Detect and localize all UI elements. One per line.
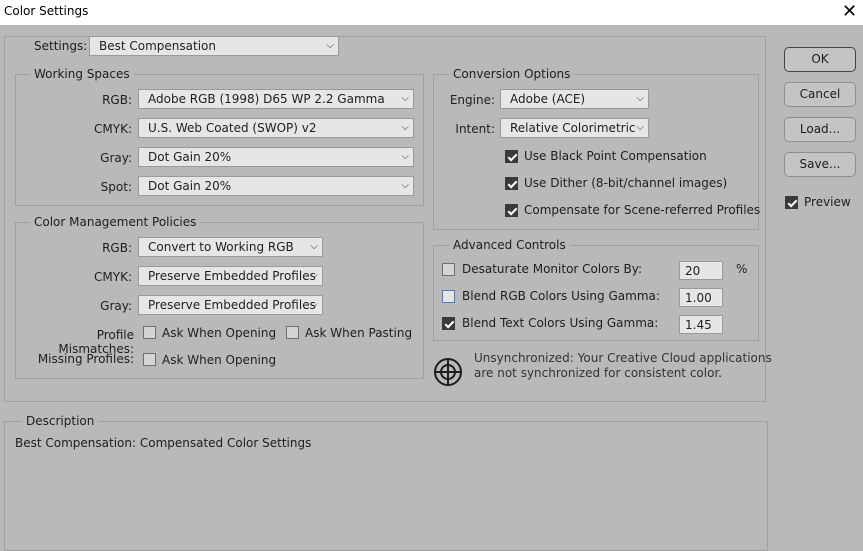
ws-rgb-label: RGB: [102,93,132,107]
ws-cmyk-dropdown[interactable]: U.S. Web Coated (SWOP) v2 ⌵ [138,118,414,138]
blend-rgb-checkbox[interactable] [442,290,455,303]
black-point-label: Use Black Point Compensation [524,149,707,163]
ask-when-pasting-checkbox[interactable] [286,326,299,339]
ws-cmyk-value: U.S. Web Coated (SWOP) v2 [148,121,317,135]
settings-value: Best Compensation [99,39,216,53]
policy-rgb-dropdown[interactable]: Convert to Working RGB ⌵ [138,237,323,257]
desaturate-input[interactable]: 20 [679,261,723,280]
desaturate-checkbox[interactable] [442,263,455,276]
ask-when-opening-label: Ask When Opening [162,326,277,340]
chevron-down-icon: ⌵ [401,93,409,104]
load-button[interactable]: Load... [784,117,856,142]
chevron-down-icon: ⌵ [310,270,318,281]
window-title: Color Settings [4,4,89,18]
color-sync-icon [434,358,462,386]
policy-gray-dropdown[interactable]: Preserve Embedded Profiles ⌵ [138,295,323,315]
dither-checkbox[interactable] [505,177,518,190]
desaturate-unit: % [736,262,748,276]
policy-rgb-label: RGB: [102,241,132,255]
description-title: Description [22,414,99,428]
engine-dropdown[interactable]: Adobe (ACE) ⌵ [500,89,649,109]
ws-cmyk-label: CMYK: [94,122,132,136]
ws-spot-dropdown[interactable]: Dot Gain 20% ⌵ [138,176,414,196]
engine-value: Adobe (ACE) [510,92,586,106]
chevron-down-icon: ⌵ [401,151,409,162]
ask-when-opening-checkbox[interactable] [143,326,156,339]
policy-gray-value: Preserve Embedded Profiles [148,298,316,312]
ask-when-pasting-label: Ask When Pasting [305,326,413,340]
desaturate-label: Desaturate Monitor Colors By: [462,262,643,276]
description-text: Best Compensation: Compensated Color Set… [15,436,312,450]
missing-ask-when-opening-label: Ask When Opening [162,353,277,367]
ok-button[interactable]: OK [784,47,856,72]
chevron-down-icon: ⌵ [326,40,334,51]
missing-profiles-label: Missing Profiles: [37,352,134,366]
settings-label: Settings: [30,39,92,53]
blend-text-checkbox[interactable] [442,317,455,330]
working-spaces-title: Working Spaces [30,67,134,81]
blend-rgb-input[interactable]: 1.00 [679,288,723,307]
ws-spot-label: Spot: [100,180,132,194]
policy-cmyk-label: CMYK: [94,270,132,284]
chevron-down-icon: ⌵ [310,241,318,252]
black-point-checkbox[interactable] [505,150,518,163]
chevron-down-icon: ⌵ [401,180,409,191]
title-bar [0,0,863,25]
cancel-button[interactable]: Cancel [784,82,856,107]
intent-value: Relative Colorimetric [510,121,636,135]
missing-ask-when-opening-checkbox[interactable] [143,353,156,366]
dither-label: Use Dither (8-bit/channel images) [524,176,728,190]
intent-label: Intent: [455,122,495,136]
chevron-down-icon: ⌵ [636,122,644,133]
blend-text-label: Blend Text Colors Using Gamma: [462,316,659,330]
intent-dropdown[interactable]: Relative Colorimetric ⌵ [500,118,649,138]
ws-gray-value: Dot Gain 20% [148,150,232,164]
chevron-down-icon: ⌵ [310,299,318,310]
chevron-down-icon: ⌵ [636,93,644,104]
sync-message-line2: are not synchronized for consistent colo… [474,366,723,380]
scene-referred-label: Compensate for Scene-referred Profiles [524,203,761,217]
chevron-down-icon: ⌵ [401,122,409,133]
policy-cmyk-dropdown[interactable]: Preserve Embedded Profiles ⌵ [138,266,323,286]
ws-spot-value: Dot Gain 20% [148,179,232,193]
engine-label: Engine: [449,93,495,107]
ws-rgb-value: Adobe RGB (1998) D65 WP 2.2 Gamma [148,92,385,106]
preview-label: Preview [804,195,851,209]
policy-rgb-value: Convert to Working RGB [148,240,294,254]
close-icon[interactable]: ✕ [842,1,857,22]
policies-title: Color Management Policies [30,215,201,229]
blend-text-input[interactable]: 1.45 [679,315,723,334]
policy-gray-label: Gray: [100,299,132,313]
blend-rgb-label: Blend RGB Colors Using Gamma: [462,289,660,303]
save-button[interactable]: Save... [784,152,856,177]
sync-message-line1: Unsynchronized: Your Creative Cloud appl… [474,351,772,365]
scene-referred-checkbox[interactable] [505,204,518,217]
settings-dropdown[interactable]: Best Compensation ⌵ [89,36,339,56]
policy-cmyk-value: Preserve Embedded Profiles [148,269,316,283]
ws-rgb-dropdown[interactable]: Adobe RGB (1998) D65 WP 2.2 Gamma ⌵ [138,89,414,109]
preview-checkbox[interactable] [785,196,798,209]
ws-gray-dropdown[interactable]: Dot Gain 20% ⌵ [138,147,414,167]
ws-gray-label: Gray: [100,151,132,165]
conversion-title: Conversion Options [449,67,575,81]
advanced-title: Advanced Controls [449,238,570,252]
